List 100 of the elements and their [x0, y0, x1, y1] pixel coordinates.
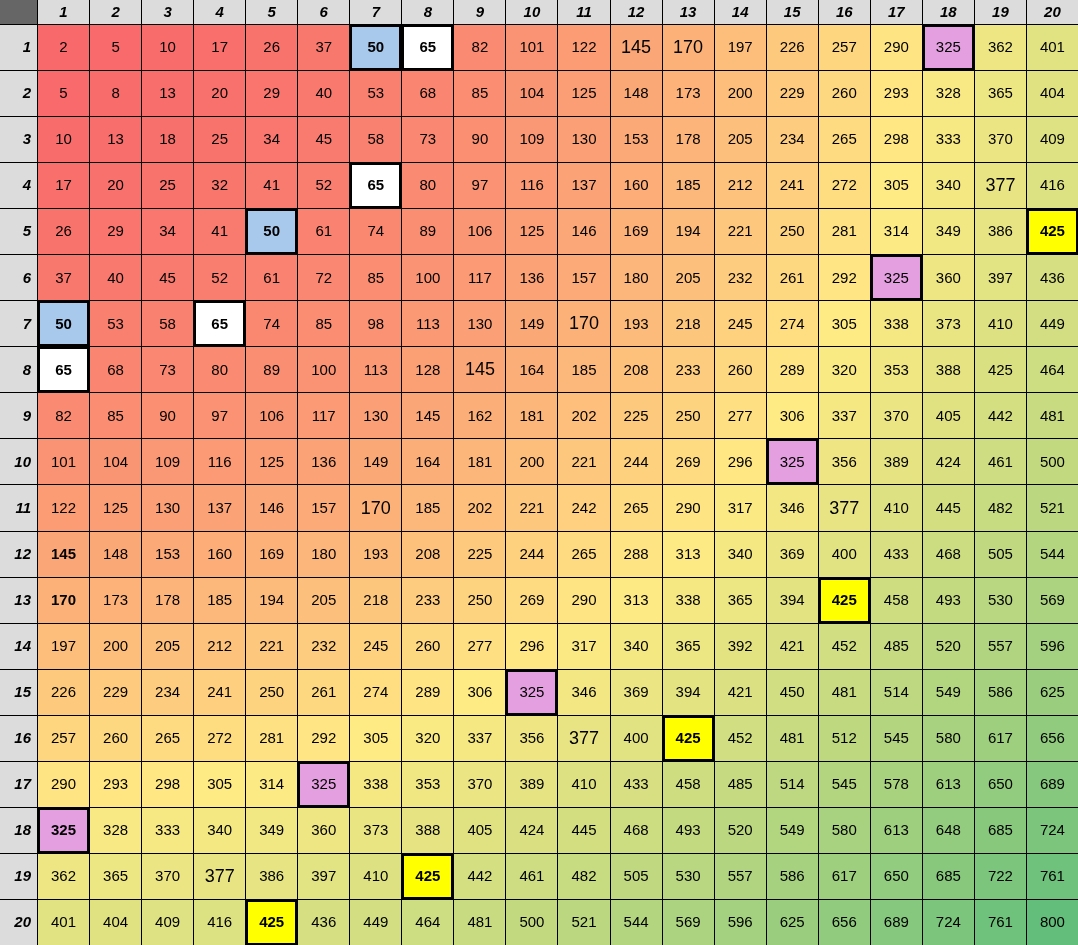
table-cell: 613 — [922, 761, 974, 807]
column-header[interactable]: 15 — [766, 0, 818, 24]
column-header[interactable]: 2 — [90, 0, 142, 24]
table-cell: 26 — [246, 25, 298, 71]
table-cell: 272 — [194, 715, 246, 761]
table-cell: 410 — [870, 485, 922, 531]
table-cell: 181 — [454, 439, 506, 485]
table-cell: 425 — [662, 715, 714, 761]
row-header[interactable]: 17 — [0, 761, 37, 807]
table-cell: 250 — [246, 669, 298, 715]
column-header[interactable]: 9 — [454, 0, 506, 24]
table-cell: 160 — [194, 531, 246, 577]
row-header[interactable]: 18 — [0, 807, 37, 853]
table-cell: 180 — [610, 255, 662, 301]
column-header[interactable]: 18 — [922, 0, 974, 24]
table-cell: 25 — [194, 117, 246, 163]
column-header[interactable]: 14 — [714, 0, 766, 24]
column-header[interactable]: 19 — [974, 0, 1026, 24]
row-header[interactable]: 3 — [0, 117, 37, 163]
table-cell: 338 — [350, 761, 402, 807]
column-header[interactable]: 10 — [506, 0, 558, 24]
row-header[interactable]: 16 — [0, 715, 37, 761]
row-header[interactable]: 5 — [0, 209, 37, 255]
table-cell: 493 — [662, 807, 714, 853]
table-cell: 452 — [818, 623, 870, 669]
table-cell: 306 — [454, 669, 506, 715]
table-cell: 193 — [350, 531, 402, 577]
column-header[interactable]: 1 — [38, 0, 90, 24]
table-cell: 233 — [402, 577, 454, 623]
row-header[interactable]: 13 — [0, 577, 37, 623]
table-cell: 232 — [298, 623, 350, 669]
table-cell: 65 — [38, 347, 90, 393]
table-cell: 181 — [506, 393, 558, 439]
row-header[interactable]: 1 — [0, 25, 37, 71]
table-cell: 442 — [974, 393, 1026, 439]
row-header[interactable]: 8 — [0, 347, 37, 393]
column-header[interactable]: 5 — [246, 0, 298, 24]
table-cell: 461 — [974, 439, 1026, 485]
table-cell: 80 — [194, 347, 246, 393]
table-cell: 317 — [714, 485, 766, 531]
table-cell: 800 — [1026, 899, 1078, 945]
table-cell: 424 — [922, 439, 974, 485]
column-header[interactable]: 12 — [610, 0, 662, 24]
table-cell: 277 — [714, 393, 766, 439]
column-header[interactable]: 17 — [870, 0, 922, 24]
table-cell: 73 — [402, 117, 454, 163]
table-cell: 340 — [610, 623, 662, 669]
table-cell: 5 — [90, 25, 142, 71]
table-cell: 101 — [38, 439, 90, 485]
column-header[interactable]: 3 — [142, 0, 194, 24]
table-cell: 197 — [714, 25, 766, 71]
table-cell: 356 — [506, 715, 558, 761]
table-cell: 325 — [298, 761, 350, 807]
table-cell: 149 — [350, 439, 402, 485]
table-cell: 117 — [454, 255, 506, 301]
column-header[interactable]: 8 — [402, 0, 454, 24]
column-header[interactable]: 20 — [1026, 0, 1078, 24]
table-cell: 290 — [38, 761, 90, 807]
column-header[interactable]: 13 — [662, 0, 714, 24]
table-cell: 338 — [870, 301, 922, 347]
table-cell: 569 — [1026, 577, 1078, 623]
table-cell: 500 — [1026, 439, 1078, 485]
column-header[interactable]: 16 — [818, 0, 870, 24]
table-cell: 520 — [922, 623, 974, 669]
row-header[interactable]: 9 — [0, 393, 37, 439]
table-cell: 272 — [818, 163, 870, 209]
table-cell: 400 — [610, 715, 662, 761]
table-cell: 89 — [246, 347, 298, 393]
column-header[interactable]: 7 — [350, 0, 402, 24]
column-header[interactable]: 11 — [558, 0, 610, 24]
table-cell: 106 — [246, 393, 298, 439]
row-header[interactable]: 19 — [0, 853, 37, 899]
column-header[interactable]: 6 — [298, 0, 350, 24]
table-cell: 377 — [818, 485, 870, 531]
table-cell: 305 — [818, 301, 870, 347]
table-cell: 481 — [818, 669, 870, 715]
table-cell: 194 — [246, 577, 298, 623]
table-cell: 160 — [610, 163, 662, 209]
row-header[interactable]: 14 — [0, 623, 37, 669]
table-cell: 244 — [506, 531, 558, 577]
table-cell: 261 — [298, 669, 350, 715]
table-cell: 320 — [818, 347, 870, 393]
row-header[interactable]: 12 — [0, 531, 37, 577]
table-cell: 178 — [142, 577, 194, 623]
row-header[interactable]: 20 — [0, 899, 37, 945]
row-header[interactable]: 4 — [0, 163, 37, 209]
row-header[interactable]: 6 — [0, 255, 37, 301]
row-header[interactable]: 7 — [0, 301, 37, 347]
table-cell: 298 — [870, 117, 922, 163]
table-cell: 202 — [558, 393, 610, 439]
column-header[interactable]: 4 — [194, 0, 246, 24]
table-cell: 232 — [714, 255, 766, 301]
table-cell: 80 — [402, 163, 454, 209]
row-header[interactable]: 11 — [0, 485, 37, 531]
table-cell: 290 — [558, 577, 610, 623]
row-header[interactable]: 10 — [0, 439, 37, 485]
table-cell: 722 — [974, 853, 1026, 899]
row-header[interactable]: 2 — [0, 71, 37, 117]
table-cell: 226 — [38, 669, 90, 715]
row-header[interactable]: 15 — [0, 669, 37, 715]
